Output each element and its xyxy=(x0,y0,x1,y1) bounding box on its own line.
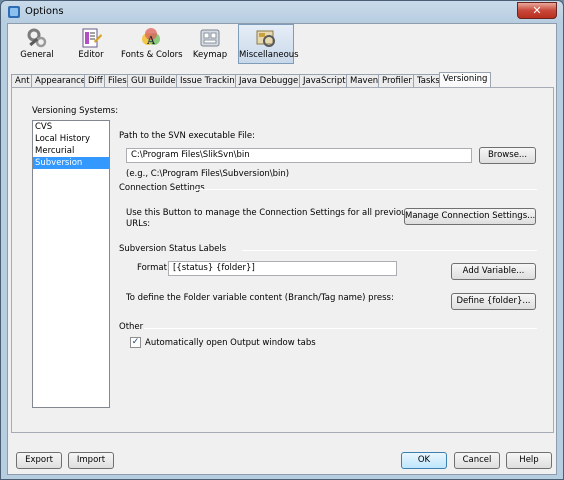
connection-desc-line1: Use this Button to manage the Connection… xyxy=(126,208,442,218)
misc-icon xyxy=(256,30,275,47)
list-item-cvs[interactable]: CVS xyxy=(33,121,109,133)
app-icon xyxy=(8,6,20,18)
auto-open-output-checkbox[interactable]: ✓ xyxy=(130,337,141,348)
tab-maven[interactable]: Maven xyxy=(346,74,383,88)
title-bar[interactable]: Options ✕ xyxy=(1,1,563,23)
tab-appearance[interactable]: Appearance xyxy=(31,74,91,88)
format-field[interactable]: [{status} {folder}] xyxy=(168,261,397,276)
list-item-local-history[interactable]: Local History xyxy=(33,133,109,145)
connection-settings-heading: Connection Settings xyxy=(119,183,205,193)
client-area: General Editor A Fonts & Colors Keymap M… xyxy=(7,23,557,475)
category-label: General xyxy=(20,50,54,60)
status-labels-heading: Subversion Status Labels xyxy=(119,244,227,254)
tab-java-debugger[interactable]: Java Debugger xyxy=(235,74,306,88)
tab-profiler[interactable]: Profiler xyxy=(378,74,416,88)
category-label: Keymap xyxy=(192,50,228,60)
category-keymap[interactable]: Keymap xyxy=(188,24,232,64)
folder-define-desc: To define the Folder variable content (B… xyxy=(126,293,394,303)
wrench-gears-icon xyxy=(27,28,47,48)
format-label: Format: xyxy=(137,263,170,273)
options-window: Options ✕ General Editor A Fonts & Color… xyxy=(0,0,564,480)
close-icon: ✕ xyxy=(532,4,542,17)
checkmark-icon: ✓ xyxy=(131,337,140,347)
list-item-mercurial[interactable]: Mercurial xyxy=(33,145,109,157)
versioning-systems-label: Versioning Systems: xyxy=(32,106,119,116)
category-miscellaneous[interactable]: Miscellaneous xyxy=(238,24,299,64)
other-heading: Other xyxy=(119,322,144,332)
separator xyxy=(194,189,537,190)
category-toolbar: General Editor A Fonts & Colors Keymap M… xyxy=(8,24,556,66)
tab-issue-tracking[interactable]: Issue Tracking xyxy=(176,74,245,88)
svg-text:A: A xyxy=(146,34,156,47)
editor-document-icon xyxy=(82,28,102,48)
tab-javascript[interactable]: JavaScript xyxy=(299,74,350,88)
svn-path-field[interactable]: C:\Program Files\SlikSvn\bin xyxy=(126,148,472,163)
category-label: Editor xyxy=(78,50,104,60)
define-folder-button[interactable]: Define {folder}... xyxy=(451,293,536,310)
separator xyxy=(242,250,537,251)
tab-gui-builder[interactable]: GUI Builder xyxy=(127,74,184,88)
tab-versioning[interactable]: Versioning xyxy=(439,72,492,88)
category-fonts-colors[interactable]: A Fonts & Colors xyxy=(120,24,183,64)
browse-button[interactable]: Browse... xyxy=(479,147,536,164)
cancel-button[interactable]: Cancel xyxy=(454,452,500,469)
versioning-panel: Versioning Systems: CVS Local History Me… xyxy=(11,87,554,433)
category-label: Miscellaneous xyxy=(239,50,299,60)
manage-connection-settings-button[interactable]: Manage Connection Settings... xyxy=(404,208,536,225)
auto-open-output-label: Automatically open Output window tabs xyxy=(145,338,316,348)
keyboard-icon xyxy=(200,29,220,47)
svn-path-example: (e.g., C:\Program Files\Subversion\bin) xyxy=(126,169,290,179)
list-item-subversion[interactable]: Subversion xyxy=(33,157,109,169)
category-editor[interactable]: Editor xyxy=(70,24,112,64)
connection-desc-line2: URLs: xyxy=(126,219,151,229)
versioning-systems-list[interactable]: CVS Local History Mercurial Subversion xyxy=(32,120,110,408)
close-button[interactable]: ✕ xyxy=(517,2,557,19)
window-title: Options xyxy=(25,6,64,17)
import-button[interactable]: Import xyxy=(68,452,114,469)
fonts-colors-icon: A xyxy=(142,28,160,47)
category-general[interactable]: General xyxy=(14,24,60,64)
svn-path-label: Path to the SVN executable File: xyxy=(119,131,255,141)
help-button[interactable]: Help xyxy=(506,452,552,469)
category-label: Fonts & Colors xyxy=(121,50,183,60)
add-variable-button[interactable]: Add Variable... xyxy=(451,263,536,280)
separator xyxy=(144,328,537,329)
export-button[interactable]: Export xyxy=(16,452,62,469)
ok-button[interactable]: OK xyxy=(401,452,447,469)
